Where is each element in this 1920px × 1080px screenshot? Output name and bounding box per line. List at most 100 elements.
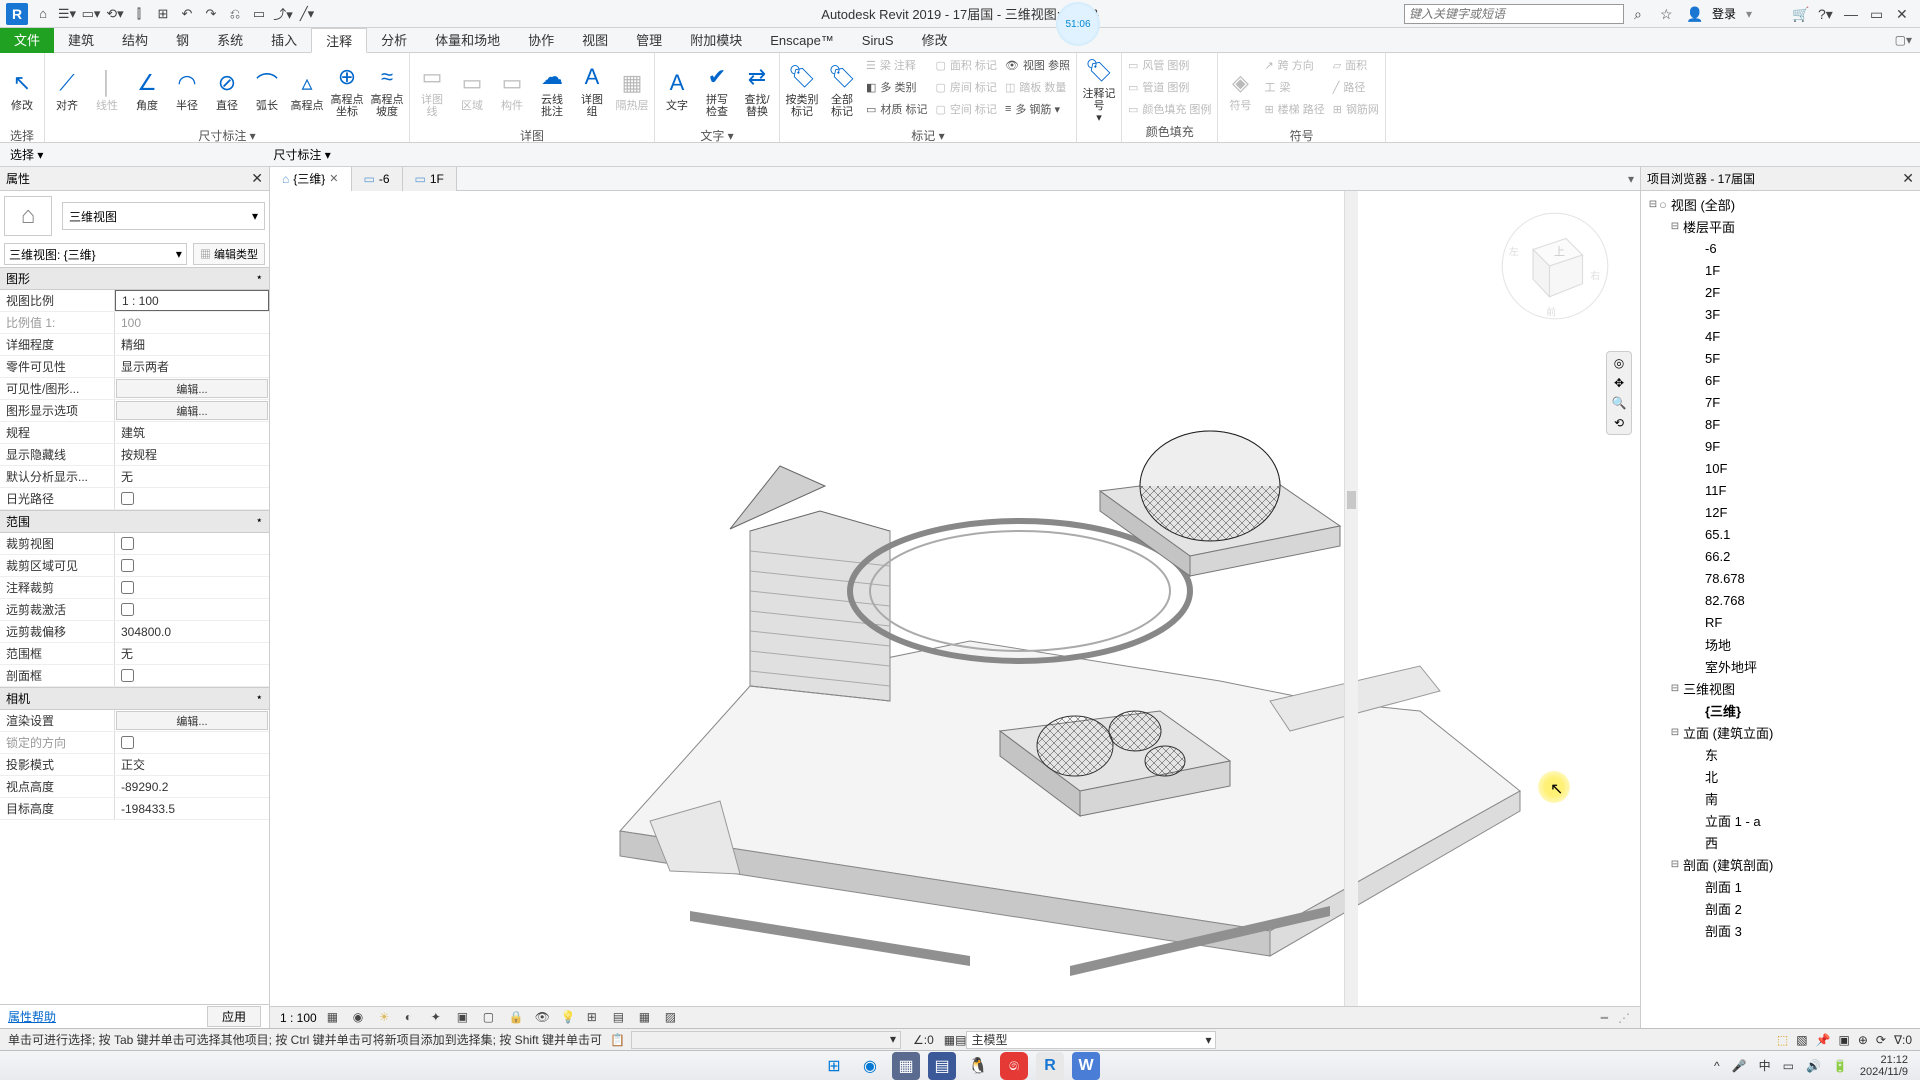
lock-icon[interactable]: 🔒: [509, 1010, 525, 1026]
minimize-button[interactable]: —: [1844, 6, 1860, 22]
view-tab[interactable]: ▭1F: [403, 167, 457, 191]
tree-node[interactable]: 4F: [1641, 325, 1920, 347]
tree-toggle-icon[interactable]: ⊟: [1669, 727, 1681, 738]
prop-checkbox[interactable]: [115, 665, 269, 686]
ribbon-small-button[interactable]: ▭材质 标记: [866, 99, 927, 119]
login-button[interactable]: 登录: [1712, 5, 1736, 22]
project-tree[interactable]: ⊟○视图 (全部)⊟楼层平面-61F2F3F4F5F6F7F8F9F10F11F…: [1641, 191, 1920, 1028]
tree-toggle-icon[interactable]: ⊟: [1669, 683, 1681, 694]
battery-icon[interactable]: 🔋: [1833, 1059, 1848, 1073]
tab-annotate[interactable]: 注释: [311, 28, 367, 53]
prop-section-header[interactable]: 范围⋆: [0, 510, 269, 533]
tab-systems[interactable]: 系统: [203, 28, 257, 53]
prop-checkbox[interactable]: [115, 599, 269, 620]
edge-icon[interactable]: ◉: [856, 1052, 884, 1080]
dim-dropdown[interactable]: 尺寸标注 ▾: [273, 146, 330, 163]
prop-value[interactable]: 精细: [115, 334, 269, 355]
tab-addins[interactable]: 附加模块: [676, 28, 756, 53]
tablet-icon[interactable]: ▭: [1783, 1059, 1794, 1073]
steering-wheel-icon[interactable]: ◎: [1614, 356, 1624, 370]
ribbon-small-button[interactable]: 👁视图 参照: [1005, 55, 1070, 75]
tree-node[interactable]: ⊟楼层平面: [1641, 215, 1920, 237]
view-tab[interactable]: ▭-6: [352, 167, 403, 191]
visual-style-icon[interactable]: ◉: [353, 1010, 369, 1026]
tree-node[interactable]: 场地: [1641, 633, 1920, 655]
browser-close-button[interactable]: ✕: [1902, 170, 1914, 187]
user-icon[interactable]: 👤: [1686, 6, 1702, 22]
prop-checkbox[interactable]: [115, 488, 269, 509]
ribbon-button[interactable]: ▵高程点: [287, 55, 327, 125]
prop-section-header[interactable]: 图形⋆: [0, 267, 269, 290]
wps-icon[interactable]: W: [1072, 1052, 1100, 1080]
ribbon-button[interactable]: ≈高程点坡度: [367, 55, 407, 125]
app-icon-2[interactable]: ▤: [928, 1052, 956, 1080]
tree-node[interactable]: 82.768: [1641, 589, 1920, 611]
temp-hide-icon[interactable]: 👁: [535, 1010, 551, 1026]
tree-node[interactable]: 剖面 3: [1641, 919, 1920, 941]
qat-open-icon[interactable]: ☰▾: [58, 5, 76, 23]
view-cube[interactable]: 上 左 右 前: [1500, 211, 1610, 321]
link-icon[interactable]: ▨: [665, 1010, 681, 1026]
tree-node[interactable]: 西: [1641, 831, 1920, 853]
tab-enscape[interactable]: Enscape™: [756, 28, 848, 53]
qat-thin-icon[interactable]: ⎌: [226, 5, 244, 23]
tab-insert[interactable]: 插入: [257, 28, 311, 53]
zoom-icon[interactable]: 🔍: [1612, 396, 1627, 410]
qat-home-icon[interactable]: ⌂: [34, 5, 52, 23]
search-input[interactable]: [1404, 4, 1624, 24]
crop-icon[interactable]: ▣: [457, 1010, 473, 1026]
prop-checkbox[interactable]: [115, 732, 269, 753]
volume-icon[interactable]: 🔊: [1806, 1059, 1821, 1073]
tree-node[interactable]: 1F: [1641, 259, 1920, 281]
close-button[interactable]: ✕: [1896, 6, 1912, 22]
tree-node[interactable]: ⊟○视图 (全部): [1641, 193, 1920, 215]
properties-help-link[interactable]: 属性帮助: [8, 1008, 56, 1025]
select-links-icon[interactable]: ⬚: [1777, 1033, 1788, 1047]
prop-value[interactable]: 按规程: [115, 444, 269, 465]
ribbon-button[interactable]: ⊕高程点坐标: [327, 55, 367, 125]
clipboard-icon[interactable]: 📋: [610, 1033, 625, 1047]
prop-value[interactable]: -89290.2: [115, 776, 269, 797]
tree-node[interactable]: ⊟三维视图: [1641, 677, 1920, 699]
tree-node[interactable]: 10F: [1641, 457, 1920, 479]
background-icon[interactable]: ⟳: [1876, 1033, 1886, 1047]
ribbon-button[interactable]: A详图组: [572, 55, 612, 125]
tree-node[interactable]: 5F: [1641, 347, 1920, 369]
tree-node[interactable]: 3F: [1641, 303, 1920, 325]
navigation-bar[interactable]: ◎ ✥ 🔍 ⟲: [1606, 351, 1632, 435]
properties-close-button[interactable]: ✕: [251, 170, 263, 187]
app-icon-3[interactable]: ෧: [1000, 1052, 1028, 1080]
tab-file[interactable]: 文件: [0, 28, 54, 53]
cart-icon[interactable]: 🛒: [1792, 6, 1808, 22]
qat-more-icon[interactable]: ╱▾: [298, 5, 316, 23]
detail-level-icon[interactable]: ▦: [327, 1010, 343, 1026]
tab-struct[interactable]: 结构: [108, 28, 162, 53]
prop-value[interactable]: 无: [115, 466, 269, 487]
scale-label[interactable]: 1 : 100: [280, 1011, 317, 1025]
reveal-icon[interactable]: 💡: [561, 1010, 577, 1026]
crop-region-icon[interactable]: ▢: [483, 1010, 499, 1026]
ribbon-collapse-icon[interactable]: ▢▾: [1887, 33, 1920, 47]
ribbon-button[interactable]: ⇄查找/替换: [737, 55, 777, 125]
highlight-icon[interactable]: ▦: [639, 1010, 655, 1026]
ribbon-button[interactable]: ☁云线批注: [532, 55, 572, 125]
tree-node[interactable]: 9F: [1641, 435, 1920, 457]
analytical-icon[interactable]: ▤: [613, 1010, 629, 1026]
tree-node[interactable]: ⊟立面 (建筑立面): [1641, 721, 1920, 743]
view-tab-close-icon[interactable]: ✕: [329, 172, 338, 185]
revit-logo-icon[interactable]: R: [6, 3, 28, 25]
qq-icon[interactable]: 🐧: [964, 1052, 992, 1080]
prop-checkbox[interactable]: [115, 577, 269, 598]
ribbon-button[interactable]: ↖修改: [2, 55, 42, 125]
tree-node[interactable]: 6F: [1641, 369, 1920, 391]
tree-node[interactable]: 8F: [1641, 413, 1920, 435]
view-tab[interactable]: ⌂{三维}✕: [270, 167, 352, 191]
apply-button[interactable]: 应用: [207, 1006, 261, 1027]
qat-switch-icon[interactable]: ⤴▾: [274, 5, 292, 23]
tree-node[interactable]: 11F: [1641, 479, 1920, 501]
prop-value[interactable]: 建筑: [115, 422, 269, 443]
tree-node[interactable]: RF: [1641, 611, 1920, 633]
tree-node[interactable]: 北: [1641, 765, 1920, 787]
qat-close-icon[interactable]: ▭: [250, 5, 268, 23]
resize-grip-icon[interactable]: ⋰: [1618, 1011, 1630, 1025]
